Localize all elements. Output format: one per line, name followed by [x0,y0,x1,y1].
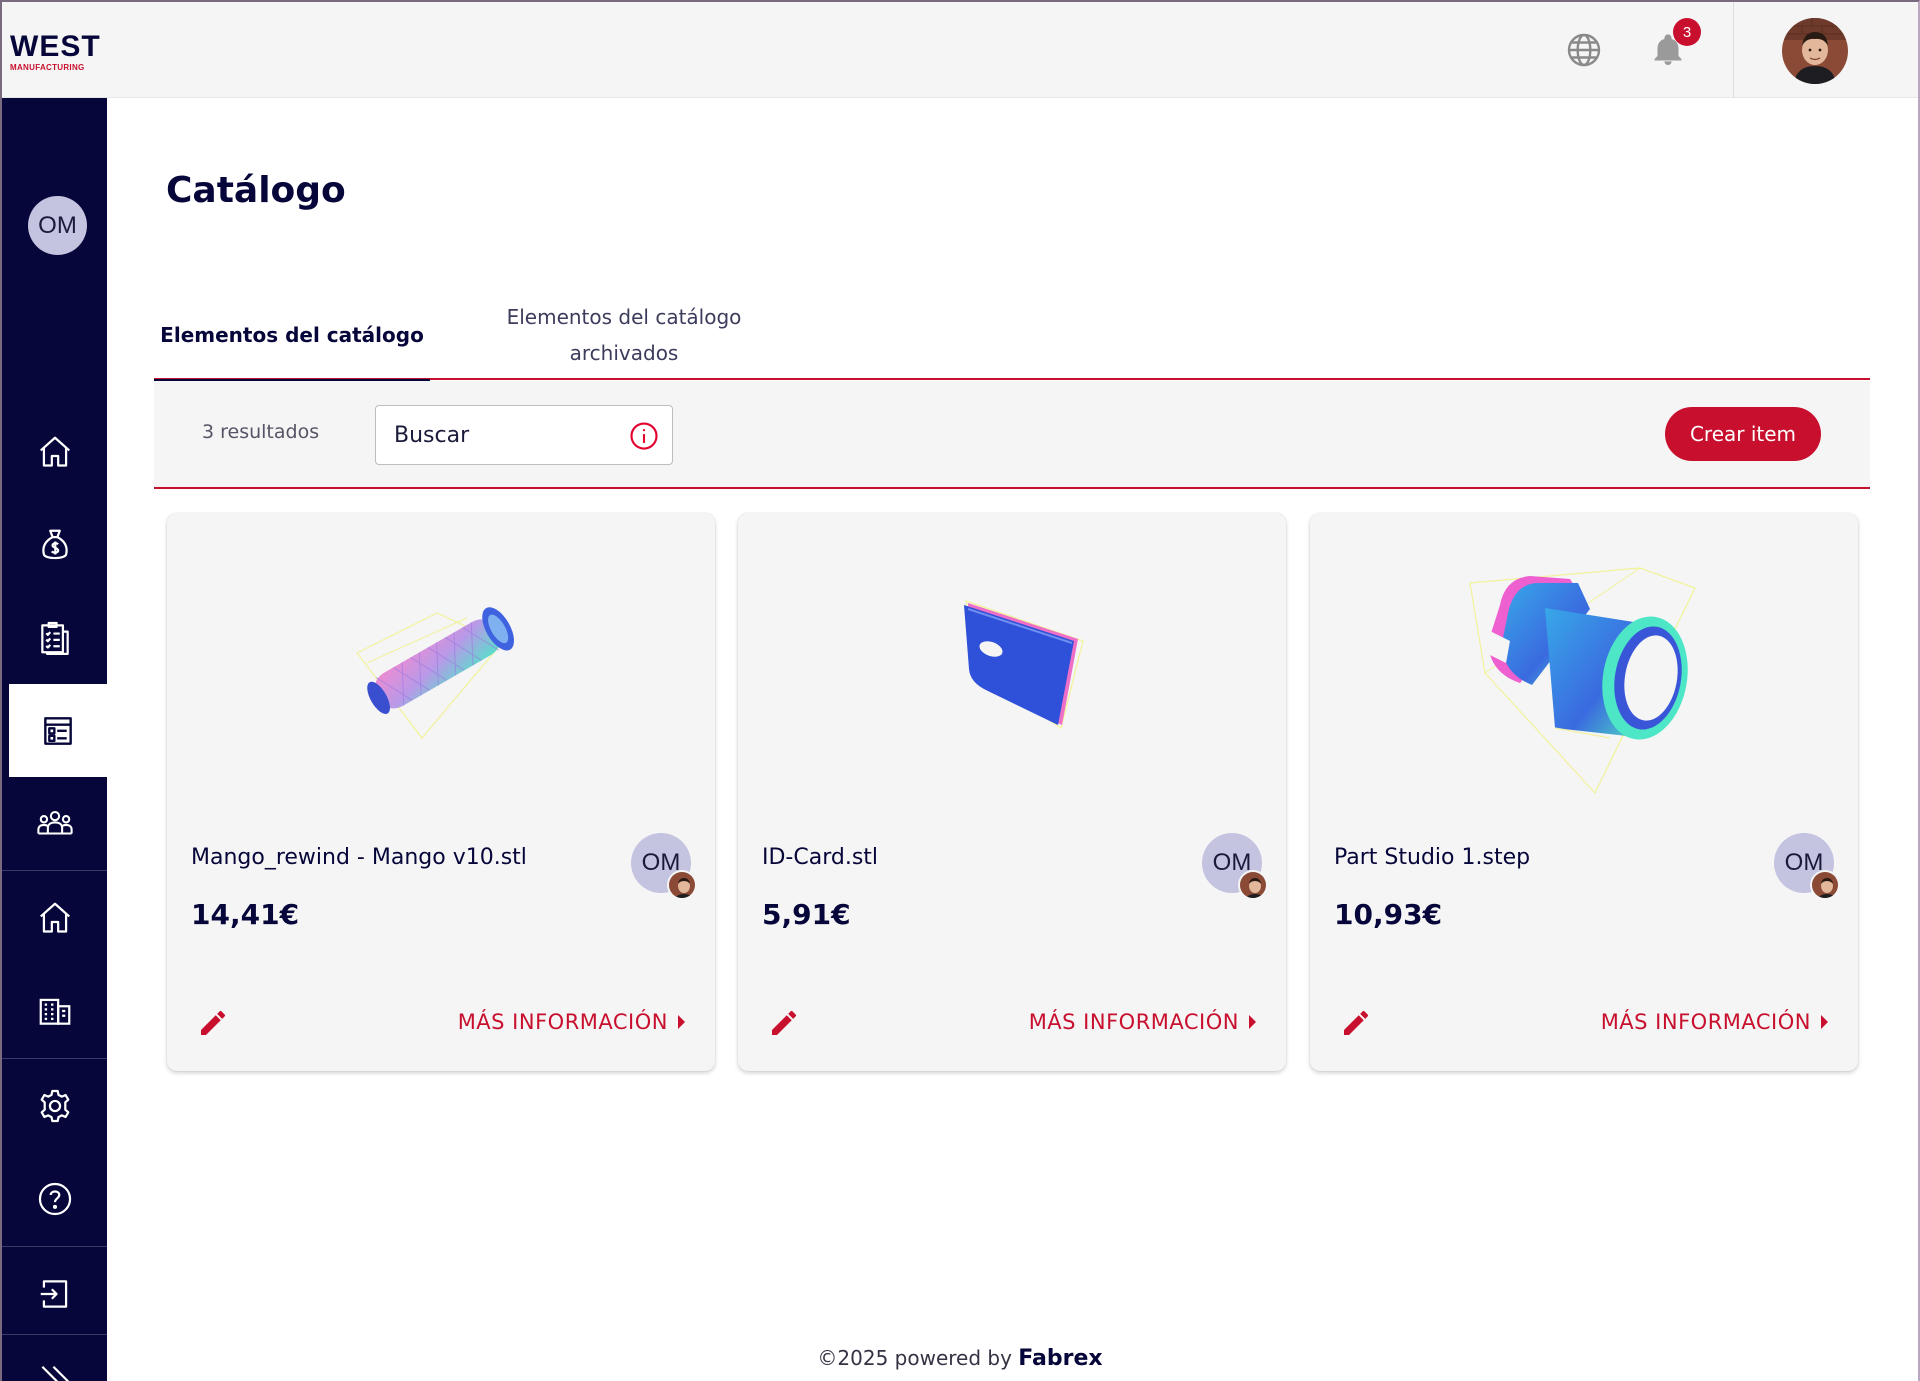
page-title: Catálogo [166,170,346,211]
header-divider [1733,2,1734,98]
caret-right-icon [678,1015,685,1029]
tab-catalog-items[interactable]: Elementos del catálogo [154,290,430,382]
home-icon [39,902,70,933]
more-info-label: MÁS INFORMACIÓN [1028,1010,1239,1034]
sidebar: OM [2,98,107,1381]
sidebar-item-catalog[interactable] [9,684,107,777]
sidebar-item-home[interactable] [2,405,107,498]
item-price: 14,41€ [191,898,300,931]
help-icon [38,1182,71,1215]
item-price: 5,91€ [762,898,851,931]
money-bag-icon [41,529,68,559]
more-info-label: MÁS INFORMACIÓN [457,1010,668,1034]
sidebar-item-settings[interactable] [2,1059,107,1152]
more-info-link[interactable]: MÁS INFORMACIÓN [1029,1010,1256,1034]
search-input[interactable] [394,420,614,450]
logo-text: WEST [10,30,101,63]
user-avatar[interactable] [1782,18,1848,84]
sidebar-item-company[interactable] [2,964,107,1057]
top-bar: WEST MANUFACTURING 3 [2,2,1918,98]
item-name: ID-Card.stl [762,845,879,870]
sidebar-divider [2,1334,107,1335]
pencil-icon[interactable] [768,1007,800,1039]
logout-icon [40,1279,67,1308]
sidebar-avatar[interactable]: OM [28,196,87,255]
sidebar-item-home-2[interactable] [2,871,107,964]
sidebar-item-finances[interactable] [2,498,107,591]
globe-icon[interactable] [1566,32,1602,68]
tab-label: Elementos del catálogo [160,323,424,347]
pencil-icon[interactable] [197,1007,229,1039]
pencil-icon[interactable] [1340,1007,1372,1039]
footer-brand[interactable]: Fabrex [1018,1346,1102,1371]
sidebar-item-help[interactable] [2,1152,107,1245]
logo[interactable]: WEST MANUFACTURING [10,30,110,73]
notification-badge: 3 [1673,18,1701,46]
catalog-card[interactable]: Mango_rewind - Mango v10.stl 14,41€ OM M… [167,513,715,1071]
sidebar-item-orders[interactable] [2,591,107,684]
gear-icon [40,1089,69,1122]
caret-right-icon [1249,1015,1256,1029]
footer-text: ©2025 powered by [817,1346,1012,1370]
item-name: Mango_rewind - Mango v10.stl [191,845,527,870]
footer: ©2025 powered by Fabrex [0,1346,1920,1371]
model-preview-image [356,607,514,739]
users-icon [36,810,73,835]
catalog-card[interactable]: ID-Card.stl 5,91€ OM MÁS INFORMACIÓN [738,513,1286,1071]
owner-photo-avatar [1810,870,1840,900]
catalog-toolbar: 3 resultados Crear item [154,381,1870,489]
tab-bar: Elementos del catálogo Elementos del cat… [154,290,1870,382]
caret-right-icon [1821,1015,1828,1029]
model-preview-image [1469,567,1696,795]
owner-photo-avatar [1238,870,1268,900]
tab-archived-items[interactable]: Elementos del catálogo archivados [464,290,784,380]
more-info-link[interactable]: MÁS INFORMACIÓN [458,1010,685,1034]
results-count: 3 resultados [202,421,320,443]
sidebar-item-logout[interactable] [2,1247,107,1340]
search-box[interactable] [375,405,673,465]
catalog-card[interactable]: Part Studio 1.step 10,93€ OM MÁS INFORMA… [1310,513,1858,1071]
more-info-label: MÁS INFORMACIÓN [1600,1010,1811,1034]
item-price: 10,93€ [1334,898,1443,931]
create-item-button[interactable]: Crear item [1665,407,1821,461]
info-icon[interactable] [629,421,659,451]
tab-label: Elementos del catálogo archivados [506,305,742,365]
model-preview-image [964,600,1084,729]
home-icon [39,436,70,467]
owner-photo-avatar [667,870,697,900]
item-name: Part Studio 1.step [1334,845,1531,870]
catalog-icon [44,716,72,745]
sidebar-item-clients[interactable] [2,777,107,870]
logo-subtext: MANUFACTURING [10,63,85,72]
more-info-link[interactable]: MÁS INFORMACIÓN [1601,1010,1828,1034]
clipboard-checklist-icon [40,621,69,655]
building-icon [39,998,70,1025]
